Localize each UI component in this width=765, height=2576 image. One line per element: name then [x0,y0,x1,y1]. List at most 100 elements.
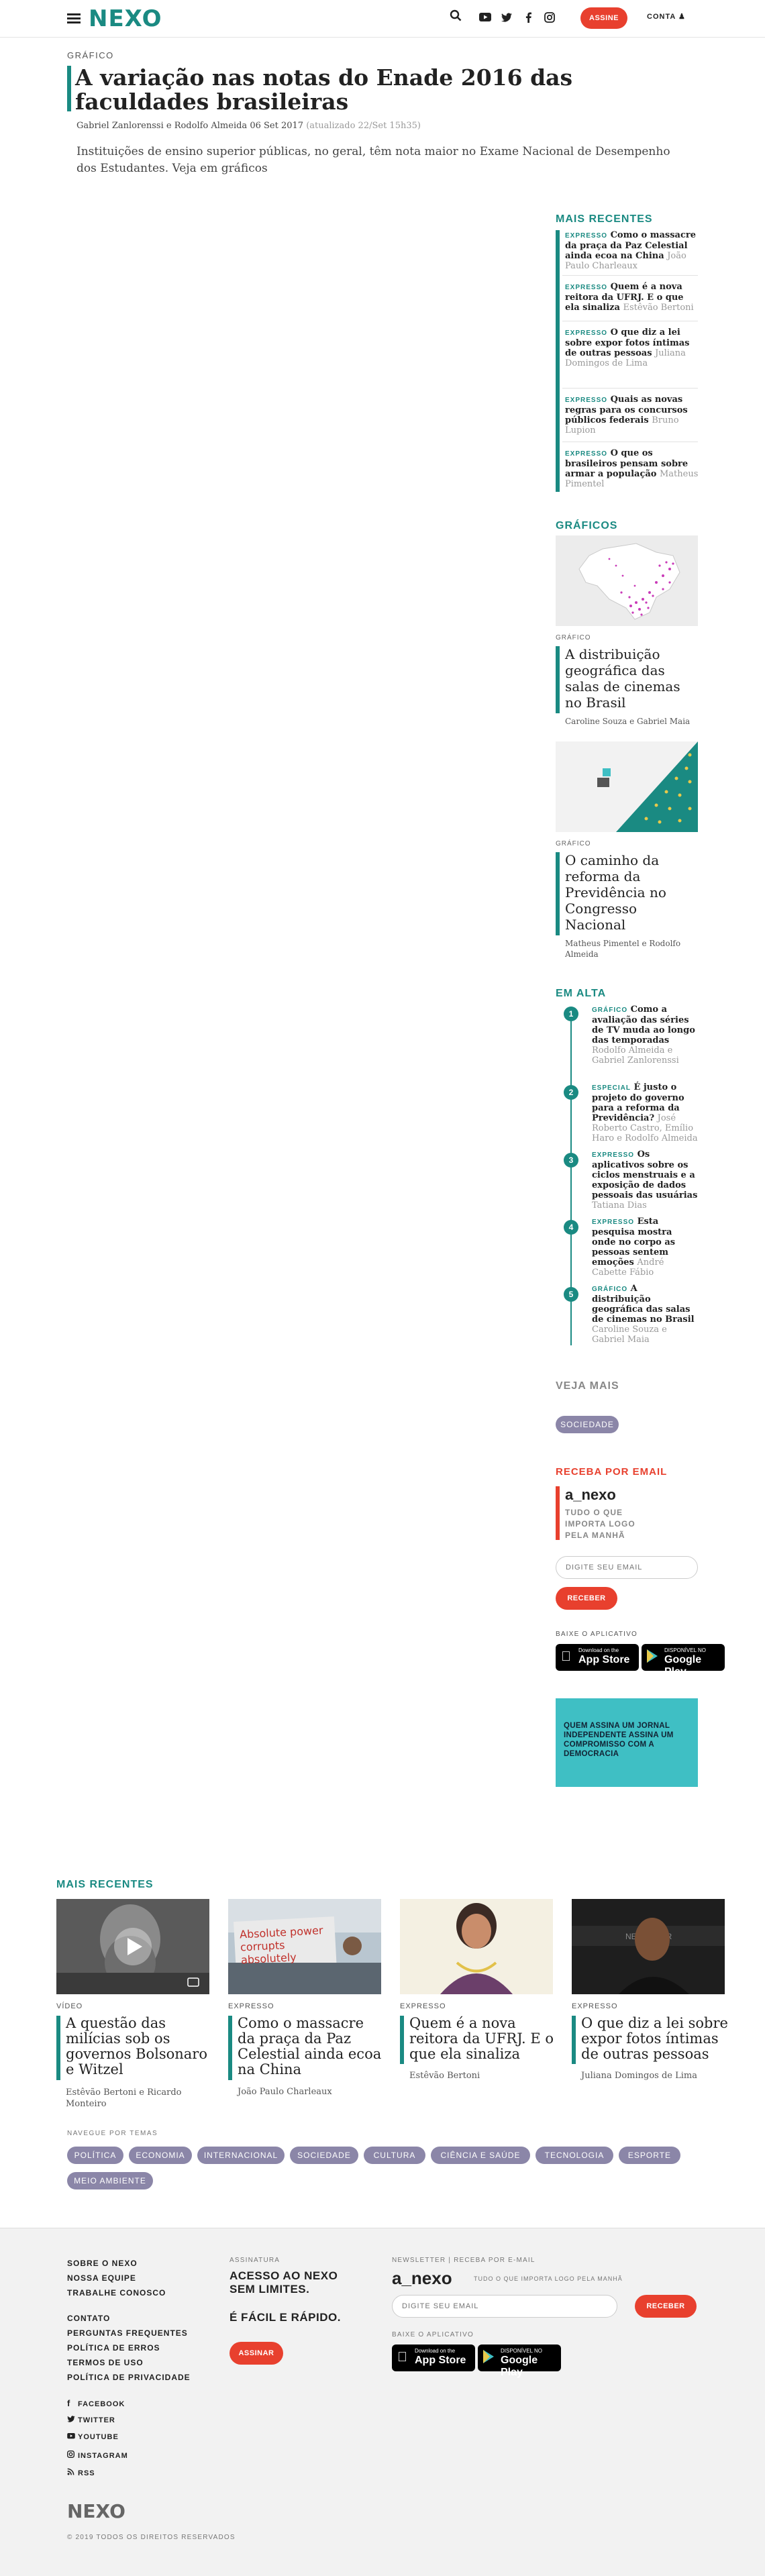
pension-reform-thumbnail[interactable] [556,741,698,832]
footer-link[interactable]: POLÍTICA DE PRIVACIDADE [67,2373,191,2382]
item-author: Rodolfo Almeida e Gabriel Zanlorenssi [592,1045,679,1066]
card-accent-bar [56,2016,60,2080]
footer-subscribe-button[interactable]: ASSINAR [230,2342,283,2365]
graphic-title[interactable]: A distribuição geográfica das salas de c… [565,646,686,711]
sidebar-recent-item[interactable]: EXPRESSO O que os brasileiros pensam sob… [565,448,699,489]
footer-social-facebook[interactable]: f FACEBOOK [67,2398,125,2408]
footer-link[interactable]: SOBRE O NEXO [67,2259,138,2268]
topic-chip[interactable]: ESPORTE [619,2147,680,2164]
card-accent-bar [572,2016,576,2064]
rector-photo[interactable] [400,1899,553,1994]
topic-chip[interactable]: MEIO AMBIENTE [67,2172,153,2189]
social-label: TWITTER [78,2416,115,2424]
apple-icon:  [561,1649,571,1665]
trending-item[interactable]: EXPRESSO Esta pesquisa mostra onde no co… [592,1217,698,1278]
see-more-label: VEJA MAIS [556,1380,619,1392]
card-title[interactable]: A questão das milícias sob os governos B… [66,2016,213,2077]
email-accent-bar [556,1486,560,1540]
sidebar-graphics-label: GRÁFICOS [556,520,618,531]
subscribe-button[interactable]: ASSINE [580,7,627,29]
topic-chip[interactable]: ECONOMIA [129,2147,192,2164]
graphic-accent-bar [556,852,560,935]
footer-app-store-button[interactable]:  Download on the App Store [392,2345,475,2371]
item-author: Tatiana Dias [592,1200,647,1210]
trending-item[interactable]: GRÁFICO A distribuição geográfica das sa… [592,1284,698,1345]
card-title[interactable]: Quem é a nova reitora da UFRJ. E o que e… [409,2016,557,2062]
account-label: CONTA [647,13,676,21]
promo-banner[interactable]: QUEM ASSINA UM JORNAL INDEPENDENTE ASSIN… [556,1698,698,1787]
promo-text: QUEM ASSINA UM JORNAL INDEPENDENTE ASSIN… [564,1722,674,1758]
card-kicker: EXPRESSO [572,2002,618,2010]
footer-nexo-logo[interactable]: NEXO [67,2500,125,2522]
trending-item[interactable]: EXPRESSO Os aplicativos sobre os ciclos … [592,1149,698,1210]
newsletter-email-input[interactable] [392,2295,617,2318]
footer-social-twitter[interactable]: TWITTER [67,2416,115,2424]
video-thumbnail[interactable] [56,1899,209,1994]
footer-social-youtube[interactable]: YOUTUBE [67,2433,119,2441]
footer-link[interactable]: TERMOS DE USO [67,2358,144,2367]
footer-link[interactable]: POLÍTICA DE ERROS [67,2343,160,2353]
subscription-label: ASSINATURA [230,2257,280,2264]
topic-chip[interactable]: INTERNACIONAL [197,2147,285,2164]
cinema-map-thumbnail[interactable] [556,535,698,626]
topic-chip[interactable]: TECNOLOGIA [536,2147,613,2164]
footer-social-instagram[interactable]: INSTAGRAM [67,2451,128,2460]
footer-google-play-button[interactable]: DISPONÍVEL NO Google Play [478,2345,561,2378]
footer-link[interactable]: PERGUNTAS FREQUENTES [67,2328,188,2338]
store-small-text: DISPONÍVEL NO [501,2348,542,2354]
topics-label: NAVEGUE POR TEMAS [67,2130,158,2137]
protest-photo[interactable]: Absolute power corrupts absolutely [228,1899,381,1994]
store-small-text: DISPONÍVEL NO [664,1647,706,1653]
facebook-icon[interactable] [521,9,536,25]
google-play-button[interactable]: DISPONÍVEL NO Google Play [642,1644,725,1678]
card-title[interactable]: O que diz a lei sobre expor fotos íntima… [581,2016,729,2062]
newsletter-submit-button[interactable]: RECEBER [635,2295,697,2318]
play-icon [483,2350,494,2367]
article-authors[interactable]: Gabriel Zanlorenssi e Rodolfo Almeida [76,121,247,131]
menu-icon[interactable] [67,13,81,24]
trending-item[interactable]: ESPECIAL É justo o projeto do governo pa… [592,1082,698,1143]
subscription-text-2: É FÁCIL E RÁPIDO. [230,2311,341,2324]
account-link[interactable]: CONTA ♟ [647,12,686,21]
title-accent-bar [67,66,71,111]
footer-link[interactable]: TRABALHE CONOSCO [67,2288,166,2298]
card-title[interactable]: Como o massacre da praça da Paz Celestia… [238,2016,385,2077]
rank-badge: 2 [564,1085,578,1100]
footer-link[interactable]: CONTATO [67,2314,110,2323]
protest-sign-text: Absolute power corrupts absolutely [239,1924,323,1967]
footer-social-rss[interactable]: RSS [67,2468,95,2477]
social-label: INSTAGRAM [78,2452,128,2460]
item-tag: EXPRESSO [565,450,608,458]
topic-chip[interactable]: CIÊNCIA E SAÚDE [431,2147,530,2164]
sidebar-recent-item[interactable]: EXPRESSO Quais as novas regras para os c… [565,395,699,435]
celebrity-photo[interactable]: NEYMAR JR [572,1899,725,1994]
item-tag: EXPRESSO [592,1219,635,1226]
newsletter-label: NEWSLETTER | RECEBA POR E-MAIL [392,2257,536,2264]
sidebar-recent-bar [556,230,560,492]
sidebar-recent-item[interactable]: EXPRESSO O que diz a lei sobre expor fot… [565,327,699,368]
topic-chip[interactable]: SOCIEDADE [290,2147,358,2164]
app-store-button[interactable]:  Download on the App Store [556,1644,639,1671]
instagram-icon[interactable] [542,9,557,25]
card-kicker: EXPRESSO [400,2002,446,2010]
email-submit-button[interactable]: RECEBER [556,1587,617,1610]
newsletter-tagline: TUDO O QUE IMPORTA LOGO PELA MANHÃ [474,2275,623,2282]
search-icon[interactable] [448,9,463,25]
rank-badge: 4 [564,1220,578,1235]
graphic-author: Matheus Pimentel e Rodolfo Almeida [565,939,681,959]
app-label: BAIXE O APLICATIVO [556,1631,638,1638]
topic-chip[interactable]: POLÍTICA [67,2147,123,2164]
twitter-icon[interactable] [499,9,514,25]
topic-chip[interactable]: CULTURA [364,2147,425,2164]
youtube-icon[interactable] [478,9,493,25]
sidebar-recent-item[interactable]: EXPRESSO Quem é a nova reitora da UFRJ. … [565,282,699,313]
email-input[interactable] [556,1556,698,1579]
nexo-logo[interactable]: NEXO [89,5,162,32]
card-author: Juliana Domingos de Lima [581,2071,697,2081]
sidebar-recent-item[interactable]: EXPRESSO Como o massacre da praça da Paz… [565,230,699,271]
twitter-icon [67,2416,78,2424]
trending-item[interactable]: GRÁFICO Como a avaliação das séries de T… [592,1004,698,1066]
graphic-title[interactable]: O caminho da reforma da Previdência no C… [565,852,686,933]
topic-chip-sociedade[interactable]: SOCIEDADE [556,1416,619,1433]
footer-link[interactable]: NOSSA EQUIPE [67,2273,136,2283]
